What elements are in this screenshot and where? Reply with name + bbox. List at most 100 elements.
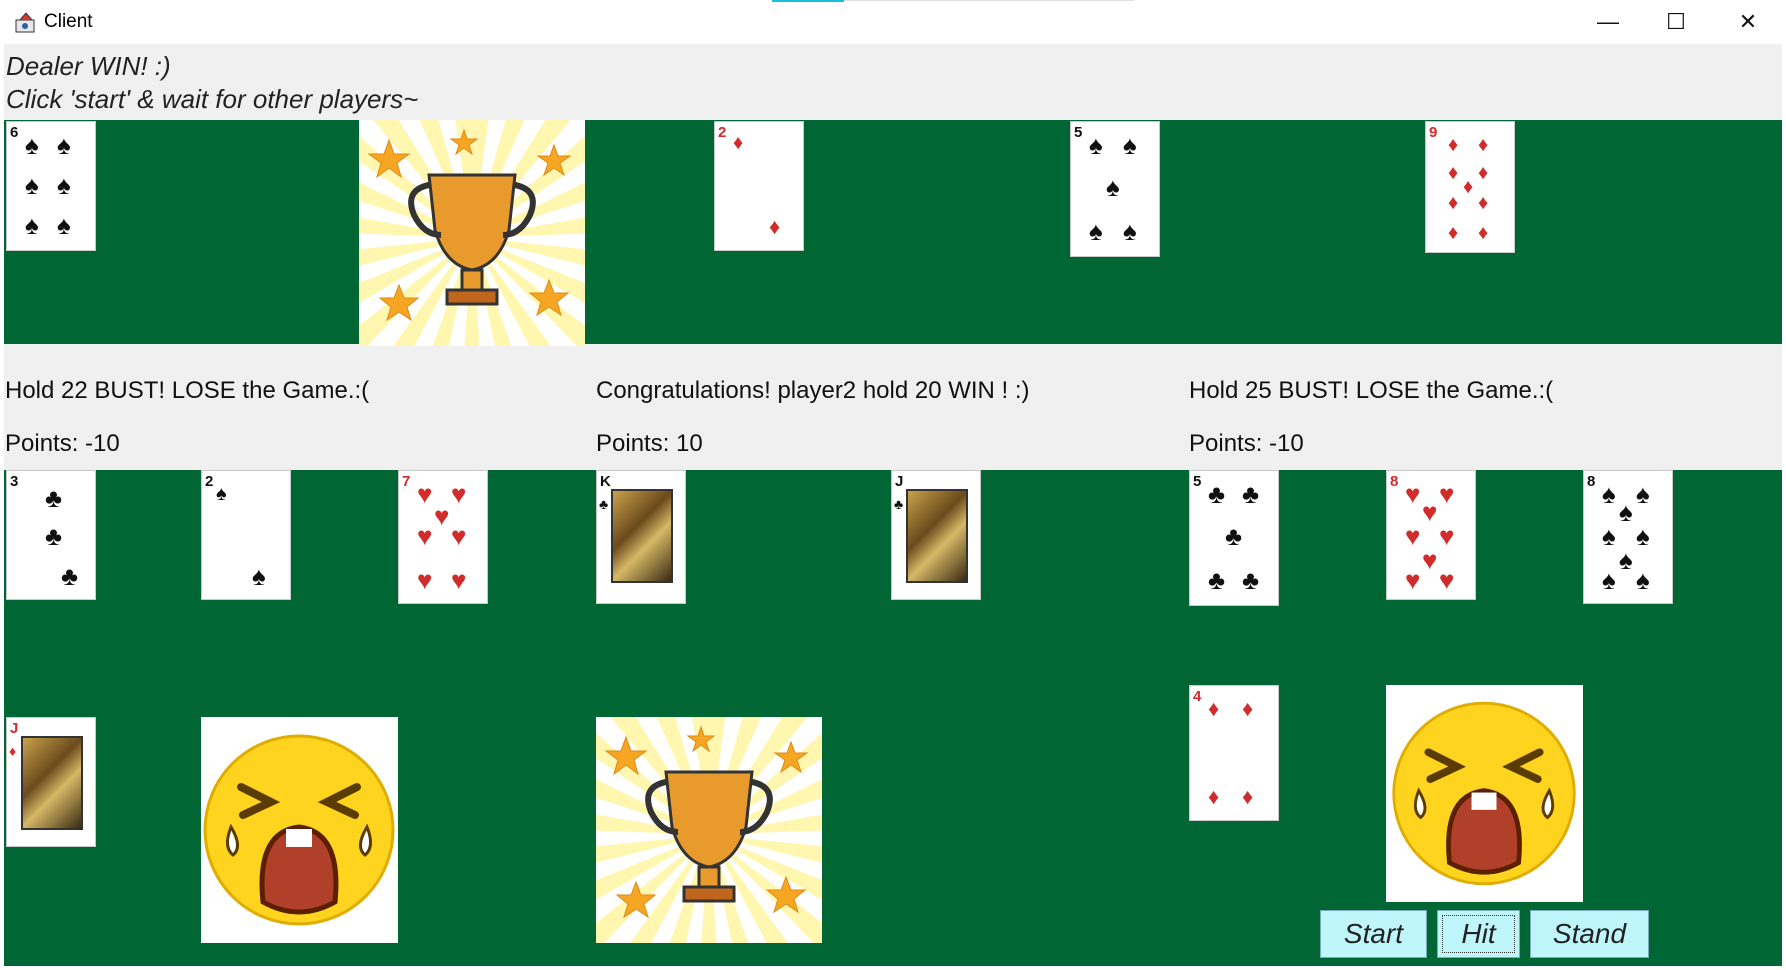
spade-icon: ♠ bbox=[57, 170, 71, 200]
diamond-icon: ♦ bbox=[1242, 696, 1254, 721]
diamond-icon: ♦ bbox=[1448, 192, 1459, 214]
player2-message: Congratulations! player2 hold 20 WIN ! :… bbox=[596, 377, 1030, 404]
player1-message: Hold 22 BUST! LOSE the Game.:( bbox=[5, 377, 370, 404]
dealer-card: 5 ♠ ♠ ♠ ♠ ♠ bbox=[1070, 121, 1160, 257]
spade-icon: ♠ bbox=[57, 210, 71, 240]
heart-icon: ♥ bbox=[1439, 521, 1455, 551]
player1-card: J ♦ bbox=[6, 717, 96, 847]
spade-icon: ♠ bbox=[1089, 216, 1103, 246]
player1-card: 2 ♠ ♠ bbox=[201, 470, 291, 600]
diamond-icon: ♦ bbox=[1208, 784, 1220, 809]
player2-card: J ♣ bbox=[891, 470, 981, 600]
spade-icon: ♠ bbox=[1106, 172, 1120, 202]
spade-icon: ♠ bbox=[57, 130, 71, 160]
trophy-icon bbox=[596, 717, 822, 943]
club-icon: ♣ bbox=[1242, 479, 1260, 509]
card-suit: ♥ bbox=[1405, 479, 1421, 509]
dealer-card: 9 ♦ ♦ ♦ ♦ ♦ ♦ ♦ ♦ ♦ bbox=[1425, 121, 1515, 253]
player1-card: 7 ♥ ♥ ♥ ♥ ♥ ♥ ♥ bbox=[398, 470, 488, 604]
heart-icon: ♥ bbox=[1439, 479, 1455, 509]
card-rank: K bbox=[600, 473, 611, 490]
club-icon: ♣ bbox=[1242, 565, 1260, 595]
heart-icon: ♥ bbox=[1422, 545, 1438, 575]
status-line-1: Dealer WIN! :) bbox=[6, 51, 171, 81]
card-suit: ♦ bbox=[1448, 134, 1459, 156]
spade-icon: ♠ bbox=[1123, 216, 1137, 246]
club-icon: ♣ bbox=[1225, 521, 1243, 551]
heart-icon: ♥ bbox=[1405, 521, 1421, 551]
spade-icon: ♠ bbox=[1602, 565, 1616, 595]
dealer-table bbox=[4, 120, 1782, 344]
hit-button[interactable]: Hit bbox=[1437, 910, 1520, 958]
card-rank: 2 bbox=[718, 124, 727, 141]
heart-icon: ♥ bbox=[1422, 497, 1438, 527]
card-suit: ♣ bbox=[599, 496, 609, 512]
close-button[interactable]: ✕ bbox=[1714, 0, 1782, 44]
maximize-button[interactable]: ☐ bbox=[1642, 0, 1710, 44]
card-rank: 3 bbox=[10, 473, 19, 490]
heart-icon: ♥ bbox=[434, 501, 450, 531]
player3-card: 8 ♥ ♥ ♥ ♥ ♥ ♥ ♥ ♥ bbox=[1386, 470, 1476, 600]
spade-icon: ♠ bbox=[1619, 497, 1633, 527]
player1-card: 3 ♣ ♣ ♣ bbox=[6, 470, 96, 600]
spade-icon: ♠ bbox=[1602, 521, 1616, 551]
heart-icon: ♥ bbox=[417, 565, 433, 595]
card-rank: 2 bbox=[205, 473, 214, 490]
card-suit: ♦ bbox=[733, 132, 744, 154]
card-rank: 9 bbox=[1429, 124, 1438, 141]
diamond-icon: ♦ bbox=[1478, 192, 1489, 214]
title-bar-accent bbox=[772, 0, 844, 2]
player3-card: 4 ♦ ♦ ♦ ♦ bbox=[1189, 685, 1279, 821]
jack-face-image bbox=[906, 489, 968, 583]
card-rank: 7 bbox=[402, 473, 411, 490]
king-face-image bbox=[611, 489, 673, 583]
dealer-card: 6 ♠ ♠ ♠ ♠ ♠ ♠ bbox=[6, 121, 96, 251]
card-rank: 8 bbox=[1390, 473, 1399, 490]
card-suit: ♦ bbox=[9, 743, 17, 759]
minimize-button[interactable]: — bbox=[1574, 0, 1642, 44]
card-suit: ♠ bbox=[1089, 130, 1103, 160]
heart-icon: ♥ bbox=[451, 565, 467, 595]
heart-icon: ♥ bbox=[417, 521, 433, 551]
jack-face-image bbox=[21, 736, 83, 830]
heart-icon: ♥ bbox=[451, 521, 467, 551]
club-icon: ♣ bbox=[1208, 565, 1226, 595]
player3-card: 5 ♣ ♣ ♣ ♣ ♣ bbox=[1189, 470, 1279, 606]
crying-face-icon bbox=[201, 717, 398, 943]
card-suit: ♥ bbox=[417, 479, 433, 509]
start-button[interactable]: Start bbox=[1320, 910, 1427, 958]
card-rank: 8 bbox=[1587, 473, 1596, 490]
card-suit: ♠ bbox=[25, 130, 39, 160]
window-title: Client bbox=[44, 11, 93, 32]
heart-icon: ♥ bbox=[451, 479, 467, 509]
crying-face-icon bbox=[1386, 685, 1583, 902]
spade-icon: ♠ bbox=[25, 170, 39, 200]
diamond-icon: ♦ bbox=[1448, 162, 1459, 184]
spade-icon: ♠ bbox=[1619, 545, 1633, 575]
spade-icon: ♠ bbox=[1123, 130, 1137, 160]
heart-icon: ♥ bbox=[1405, 565, 1421, 595]
card-suit: ♣ bbox=[894, 496, 904, 512]
card-suit: ♣ bbox=[1208, 479, 1226, 509]
card-suit: ♦ bbox=[1208, 696, 1220, 721]
card-rank: 4 bbox=[1193, 688, 1202, 705]
diamond-icon: ♦ bbox=[1478, 222, 1489, 244]
card-rank: J bbox=[895, 473, 904, 490]
spade-icon: ♠ bbox=[252, 561, 266, 591]
trophy-icon bbox=[359, 120, 585, 346]
status-line-2: Click 'start' & wait for other players~ bbox=[6, 84, 419, 114]
club-icon: ♣ bbox=[61, 561, 79, 591]
player2-points: Points: 10 bbox=[596, 430, 703, 457]
card-suit: ♠ bbox=[216, 483, 227, 505]
card-rank: 5 bbox=[1193, 473, 1202, 490]
card-suit: ♠ bbox=[1602, 479, 1616, 509]
diamond-icon: ♦ bbox=[1242, 784, 1254, 809]
player2-card: K ♣ bbox=[596, 470, 686, 604]
heart-icon: ♥ bbox=[1439, 565, 1455, 595]
diamond-icon: ♦ bbox=[769, 214, 781, 239]
player1-points: Points: -10 bbox=[5, 430, 120, 457]
stand-button[interactable]: Stand bbox=[1530, 910, 1649, 958]
title-bar: Client — ☐ ✕ bbox=[0, 0, 1786, 44]
spade-icon: ♠ bbox=[1636, 479, 1650, 509]
diamond-icon: ♦ bbox=[1448, 222, 1459, 244]
